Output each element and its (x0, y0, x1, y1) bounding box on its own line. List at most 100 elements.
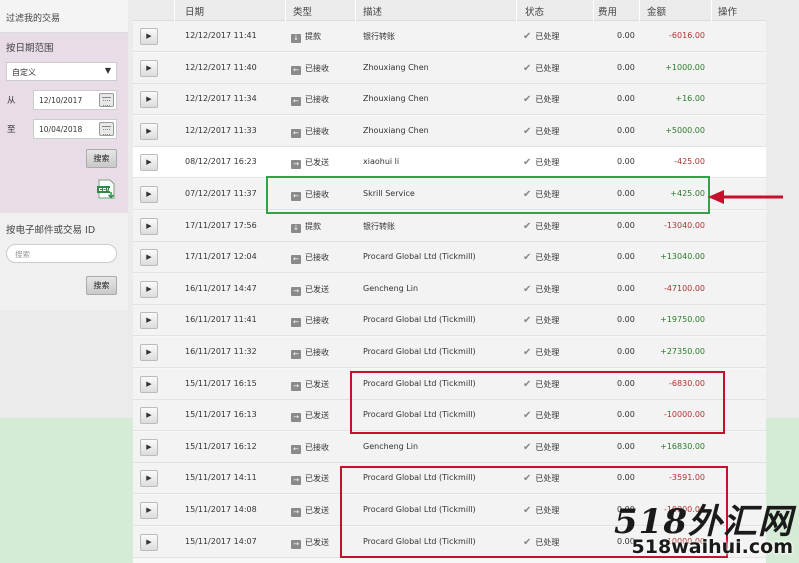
expand-row-button[interactable]: ▶ (140, 186, 158, 203)
row-type: ← 已接收 (291, 126, 329, 138)
row-status: ✔ 已处理 (523, 284, 559, 295)
row-status-label: 已处理 (535, 442, 560, 452)
checkmark-icon: ✔ (523, 283, 532, 295)
row-date: 15/11/2017 14:11 (185, 473, 257, 483)
row-type-label: 已接收 (305, 63, 329, 73)
row-type-label: 已接收 (305, 126, 329, 136)
table-row[interactable]: ▶ 16/11/2017 14:47 → 已发送 Gencheng Lin ✔ 已处理 0.0… (133, 273, 766, 305)
row-type: → 已发送 (291, 157, 329, 170)
expand-row-button[interactable]: ▶ (140, 533, 158, 551)
expand-row-button[interactable]: ▶ (140, 407, 158, 425)
table-row[interactable]: ▶ 17/11/2017 17:56 ↓ 提款 银行转账 ✔ 已处理 0.00 -13040.0… (133, 210, 766, 242)
expand-row-button[interactable]: ▶ (140, 249, 158, 267)
row-fee: 0.00 (617, 62, 635, 72)
row-date: 16/11/2017 11:41 (185, 315, 257, 325)
row-fee: 0.00 (617, 220, 635, 230)
row-amount: +27350.00 (660, 347, 705, 356)
column-header-status[interactable]: 状态 (525, 4, 544, 18)
row-fee: 0.00 (617, 94, 635, 104)
email-search-input[interactable]: 搜索 (6, 244, 117, 263)
row-amount: -6016.00 (669, 31, 705, 40)
row-status-label: 已处理 (535, 63, 560, 73)
checkmark-icon: ✔ (523, 157, 532, 169)
date-range-select-value: 自定义 (12, 68, 36, 77)
email-search-title: 按电子邮件或交易 ID (6, 225, 96, 236)
expand-row-button[interactable]: ▶ (140, 28, 158, 45)
checkmark-icon: ✔ (523, 94, 532, 106)
table-row[interactable]: ▶ 12/12/2017 11:34 ← 已接收 Zhouxiang Chen ✔ 已处理 0… (133, 84, 766, 116)
expand-row-button[interactable]: ▶ (140, 217, 158, 235)
column-header-description[interactable]: 描述 (363, 4, 382, 18)
left-arrow-icon: ← (291, 255, 301, 265)
right-arrow-icon: → (291, 476, 301, 486)
row-date: 15/11/2017 14:08 (185, 505, 257, 514)
calendar-icon[interactable] (99, 122, 114, 136)
row-type-label: 已发送 (305, 537, 329, 547)
right-arrow-icon: → (291, 539, 301, 549)
expand-row-button[interactable]: ▶ (140, 91, 158, 109)
left-arrow-icon: ← (291, 97, 301, 107)
row-status-label: 已处理 (535, 32, 560, 41)
right-arrow-icon: → (291, 413, 301, 423)
expand-row-button[interactable]: ▶ (140, 375, 158, 393)
table-row[interactable]: ▶ 08/12/2017 16:23 → 已发送 xiaohui li ✔ 已处理 0.00 -… (133, 147, 766, 179)
expand-row-button[interactable]: ▶ (140, 470, 158, 488)
to-date-input[interactable]: 10/04/2018 (33, 119, 117, 139)
expand-row-button[interactable]: ▶ (140, 122, 158, 140)
table-row[interactable]: ▶ 12/12/2017 11:40 ← 已接收 Zhouxiang Chen ✔ 已处理 0… (133, 52, 766, 84)
watermark-url: 518waihui.com (631, 536, 793, 558)
table-row[interactable]: ▶ 15/11/2017 16:12 ← 已接收 Gencheng Lin ✔ 已处理 0.0… (133, 431, 766, 463)
csv-export-icon[interactable] (97, 179, 117, 201)
column-header-amount[interactable]: 金额 (647, 4, 666, 18)
row-description: Zhouxiang Chen (363, 94, 429, 104)
email-search-button[interactable]: 搜索 (86, 276, 117, 295)
expand-row-button[interactable]: ▶ (140, 344, 158, 361)
row-status-label: 已处理 (535, 221, 560, 231)
row-amount: -425.00 (674, 157, 705, 167)
row-description: Gencheng Lin (363, 441, 419, 451)
table-row[interactable]: ▶ 12/12/2017 11:41 ↓ 提款 银行转账 ✔ 已处理 0.00 -6016.00 (133, 21, 766, 52)
row-status: ✔ 已处理 (523, 442, 559, 453)
row-date: 12/12/2017 11:33 (185, 125, 257, 135)
column-header-type[interactable]: 类型 (293, 4, 312, 18)
row-fee: 0.00 (617, 125, 635, 135)
column-header-fee[interactable]: 费用 (598, 4, 617, 18)
expand-row-button[interactable]: ▶ (140, 280, 158, 298)
column-separator (593, 0, 594, 21)
expand-row-button[interactable]: ▶ (140, 154, 158, 172)
checkmark-icon: ✔ (523, 315, 532, 327)
table-row[interactable]: ▶ 12/12/2017 11:33 ← 已接收 Zhouxiang Chen ✔ 已处理 0… (133, 115, 766, 147)
expand-row-button[interactable]: ▶ (140, 438, 158, 456)
row-type: ← 已接收 (291, 63, 329, 75)
table-row[interactable]: ▶ 17/11/2017 12:04 ← 已接收 Procard Global Ltd … (133, 242, 766, 274)
row-type-label: 已发送 (305, 284, 329, 294)
expand-row-button[interactable]: ▶ (140, 59, 158, 77)
row-type-label: 提款 (305, 32, 321, 41)
row-date: 12/12/2017 11:41 (185, 31, 257, 40)
row-status: ✔ 已处理 (523, 315, 559, 326)
table-row[interactable]: ▶ 16/11/2017 11:32 ← 已接收 Procard Global Ltd … (133, 337, 766, 368)
expand-row-button[interactable]: ▶ (140, 312, 158, 330)
chevron-down-icon: ▼ (104, 66, 111, 75)
row-fee: 0.00 (617, 31, 635, 40)
expand-row-button[interactable]: ▶ (140, 502, 158, 519)
row-description: Procard Global Ltd (Tickmill) (363, 347, 476, 356)
table-header: 日期 类型 描述 状态 费用 金额 操作 (133, 0, 766, 21)
column-header-date[interactable]: 日期 (185, 4, 204, 18)
row-amount: +19750.00 (660, 315, 705, 325)
table-row[interactable]: ▶ 16/11/2017 11:41 ← 已接收 Procard Global Ltd … (133, 305, 766, 337)
date-search-button[interactable]: 搜索 (86, 149, 117, 168)
date-range-select[interactable]: 自定义 ▼ (6, 62, 117, 81)
calendar-icon[interactable] (99, 93, 114, 107)
row-date: 16/11/2017 14:47 (185, 283, 257, 293)
row-date: 12/12/2017 11:34 (185, 94, 257, 104)
row-type: → 已发送 (291, 284, 329, 296)
row-type-label: 提款 (305, 221, 321, 231)
from-date-value: 12/10/2017 (39, 96, 83, 105)
column-separator (639, 0, 640, 21)
row-type: ← 已接收 (291, 252, 329, 265)
from-date-input[interactable]: 12/10/2017 (33, 90, 117, 110)
row-description: xiaohui li (363, 157, 400, 167)
row-description: Zhouxiang Chen (363, 125, 429, 135)
row-description: Procard Global Ltd (Tickmill) (363, 315, 476, 325)
